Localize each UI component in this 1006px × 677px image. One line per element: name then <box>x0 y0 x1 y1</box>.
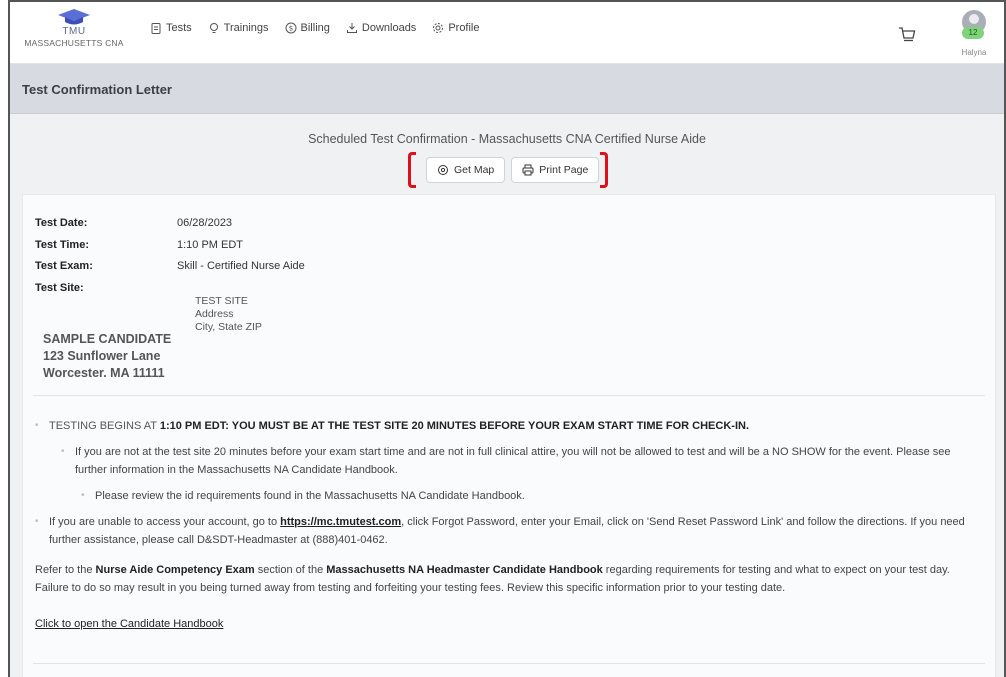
candidate-street: 123 Sunflower Lane <box>43 349 161 363</box>
site-city: City, State ZIP <box>195 321 262 333</box>
test-time-label: Test Time: <box>35 238 89 251</box>
page-title: Test Confirmation Letter <box>22 82 172 97</box>
top-nav: TMU MASSACHUSETTS CNA Tests Trainings $ … <box>10 2 1004 64</box>
bullet-testing-begins: TESTING BEGINS AT 1:10 PM EDT: YOU MUST … <box>35 417 985 435</box>
candidate-city: Worcester. MA 11111 <box>43 366 165 380</box>
divider <box>33 395 985 396</box>
nav-profile[interactable]: Profile <box>432 22 480 34</box>
testing-begins-prefix: TESTING BEGINS AT <box>49 420 160 432</box>
highlight-bracket-left <box>408 152 416 188</box>
map-pin-icon <box>438 165 448 175</box>
page-header: Test Confirmation Letter <box>10 64 1004 114</box>
user-name: Halyna <box>961 48 987 57</box>
site-address: Address <box>195 308 234 320</box>
test-exam-value: Skill - Certified Nurse Aide <box>177 260 305 272</box>
test-site-row: Test Site: <box>35 282 305 304</box>
nav-billing[interactable]: $ Billing <box>285 22 330 34</box>
instructions: TESTING BEGINS AT 1:10 PM EDT: YOU MUST … <box>35 417 985 633</box>
nav-tests[interactable]: Tests <box>150 22 192 34</box>
account-text-pre: If you are unable to access your account… <box>49 516 281 528</box>
p1-c: section of the <box>254 564 327 576</box>
candidate-name: SAMPLE CANDIDATE <box>43 332 172 346</box>
test-date-row: Test Date: 06/28/2023 <box>35 217 305 239</box>
svg-text:$: $ <box>288 25 292 33</box>
graduation-cap-icon <box>58 9 90 25</box>
confirmation-letter: Test Date: 06/28/2023 Test Time: 1:10 PM… <box>22 194 996 677</box>
test-exam-label: Test Exam: <box>35 260 93 272</box>
download-icon <box>346 23 357 33</box>
nav-trainings-label: Trainings <box>223 22 269 34</box>
confirmation-heading: Scheduled Test Confirmation - Massachuse… <box>308 132 706 146</box>
highlight-bracket-right <box>600 152 608 188</box>
test-time-row: Test Time: 1:10 PM EDT <box>35 239 305 261</box>
test-site-label: Test Site: <box>35 281 84 294</box>
app-frame: TMU MASSACHUSETTS CNA Tests Trainings $ … <box>8 0 1006 677</box>
dollar-circle-icon: $ <box>285 22 297 34</box>
bullet-account-access: If you are unable to access your account… <box>35 513 985 549</box>
clipboard-icon <box>151 23 161 34</box>
bullet-id-requirements: Please review the id requirements found … <box>35 487 985 505</box>
handbook-link-row: Click to open the Candidate Handbook <box>35 615 985 633</box>
p1-b: Nurse Aide Competency Exam <box>95 564 255 576</box>
test-time-value: 1:10 PM EDT <box>177 238 244 251</box>
action-buttons: Get Map Print Page <box>426 157 600 183</box>
print-page-label: Print Page <box>539 164 589 176</box>
test-date-label: Test Date: <box>35 217 88 229</box>
p1-a: Refer to the <box>35 564 96 576</box>
candidate-handbook-link[interactable]: Click to open the Candidate Handbook <box>35 618 223 630</box>
testing-begins-bold: 1:10 PM EDT: YOU MUST BE AT THE TEST SIT… <box>159 420 750 432</box>
nav-tests-label: Tests <box>166 22 192 34</box>
print-page-button[interactable]: Print Page <box>511 157 600 183</box>
nav-billing-label: Billing <box>300 22 330 34</box>
handbook-paragraph: Refer to the Nurse Aide Competency Exam … <box>35 561 985 597</box>
brand-name: TMU <box>62 26 86 37</box>
divider-bottom <box>33 663 985 664</box>
brand-subtitle: MASSACHUSETTS CNA <box>24 38 124 48</box>
reset-site-link[interactable]: https://mc.tmutest.com <box>280 516 401 528</box>
get-map-label: Get Map <box>454 164 495 176</box>
nav-links: Tests Trainings $ Billing Downloads Prof… <box>150 22 480 34</box>
lightbulb-icon <box>209 23 218 33</box>
logo[interactable]: TMU MASSACHUSETTS CNA <box>14 8 134 48</box>
printer-icon <box>522 164 534 176</box>
notification-badge[interactable]: 12 <box>962 27 984 39</box>
test-exam-row: Test Exam: Skill - Certified Nurse Aide <box>35 260 305 282</box>
site-name: TEST SITE <box>195 295 248 307</box>
test-site-address: TEST SITE Address City, State ZIP <box>195 295 262 334</box>
nav-trainings[interactable]: Trainings <box>208 22 269 34</box>
nav-downloads[interactable]: Downloads <box>346 22 416 34</box>
p1-d: Massachusetts NA Headmaster Candidate Ha… <box>326 564 603 576</box>
test-date-value: 06/28/2023 <box>177 217 233 229</box>
cart-icon[interactable] <box>898 26 916 44</box>
nav-profile-label: Profile <box>448 22 480 34</box>
test-details: Test Date: 06/28/2023 Test Time: 1:10 PM… <box>35 217 305 303</box>
get-map-button[interactable]: Get Map <box>426 157 506 183</box>
candidate-address: SAMPLE CANDIDATE 123 Sunflower Lane Worc… <box>43 331 171 382</box>
gear-icon <box>433 23 444 33</box>
bullet-no-show: If you are not at the test site 20 minut… <box>35 443 985 479</box>
nav-downloads-label: Downloads <box>361 22 417 34</box>
